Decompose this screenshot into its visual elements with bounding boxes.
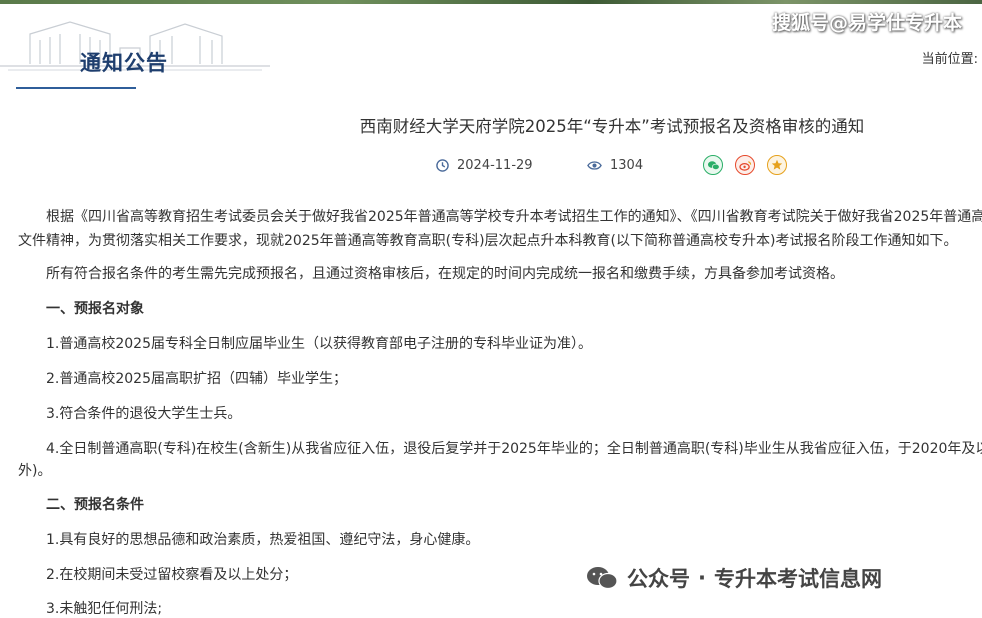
list-item-4-line-1: 4.全日制普通高职(专科)在校生(含新生)从我省应征入伍，退役后复学并于2025…	[46, 441, 982, 457]
list-item-2: 2.普通高校2025届高职扩招（四辅）毕业学生；	[46, 371, 347, 387]
view-count: 1304	[587, 158, 643, 173]
paragraph-1-line-2: 文件精神，为贯彻落实相关工作要求，现就2025年普通高等教育高职(专科)层次起点…	[18, 233, 958, 249]
wechat-logo-icon	[587, 567, 618, 590]
share-wechat-button[interactable]	[703, 155, 723, 175]
condition-item-2: 2.在校期间未受过留校察看及以上处分；	[46, 567, 298, 583]
breadcrumb: 当前位置:	[921, 52, 978, 67]
star-icon	[771, 159, 783, 170]
list-item-1: 1.普通高校2025届专科全日制应届毕业生（以获得教育部电子注册的专科毕业证为准…	[46, 336, 592, 352]
wechat-icon	[707, 160, 720, 170]
paragraph-1-line-1: 根据《四川省高等教育招生考试委员会关于做好我省2025年普通高等学校专升本考试招…	[46, 209, 982, 225]
heading-section-1: 一、预报名对象	[46, 301, 144, 317]
weibo-icon	[738, 160, 751, 171]
favorite-button[interactable]	[767, 155, 787, 175]
paragraph-2: 所有符合报名条件的考生需先完成预报名，且通过资格审核后，在规定的时间内完成统一报…	[46, 266, 844, 282]
eye-icon	[587, 161, 602, 170]
clock-icon	[436, 159, 449, 172]
condition-item-1: 1.具有良好的思想品德和政治素质，热爱祖国、遵纪守法，身心健康。	[46, 532, 480, 548]
watermark-account-name: 专升本考试信息网	[713, 567, 882, 591]
section-title: 通知公告	[80, 51, 168, 75]
top-photo-strip	[0, 0, 982, 4]
list-item-4-line-2: 外)。	[18, 463, 52, 479]
sohu-watermark: 搜狐号@易学仕专升本	[771, 12, 962, 34]
watermark-prefix: 公众号	[627, 567, 690, 591]
condition-item-3: 3.未触犯任何刑法;	[46, 601, 163, 617]
publish-date-text: 2024-11-29	[457, 158, 533, 173]
heading-section-2: 二、预报名条件	[46, 497, 144, 513]
publish-date: 2024-11-29	[436, 158, 533, 173]
share-weibo-button[interactable]	[735, 155, 755, 175]
watermark-separator: ·	[698, 566, 706, 590]
list-item-3: 3.符合条件的退役大学生士兵。	[46, 406, 242, 422]
wechat-official-account-watermark: 公众号 · 专升本考试信息网	[585, 563, 882, 593]
article-title: 西南财经大学天府学院2025年“专升本”考试预报名及资格审核的通知	[359, 117, 865, 136]
section-title-underline	[16, 87, 136, 89]
view-count-text: 1304	[610, 158, 644, 173]
